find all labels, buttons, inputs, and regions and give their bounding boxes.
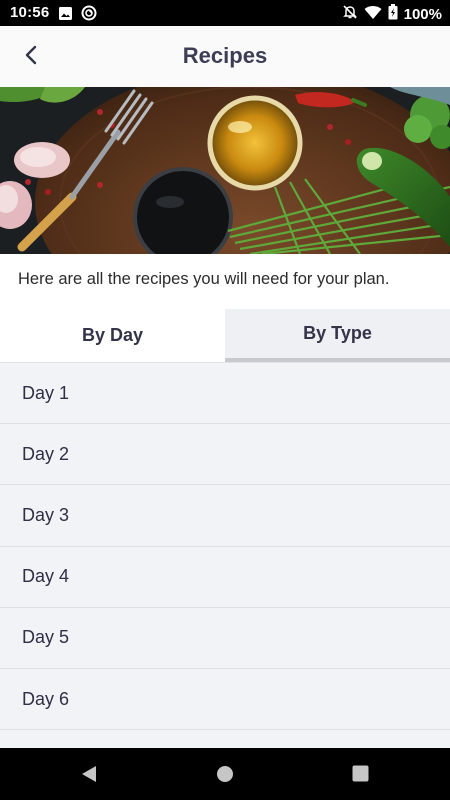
list-item-day-5[interactable]: Day 5: [0, 608, 450, 669]
list-item-day-1[interactable]: Day 1: [0, 363, 450, 425]
tab-by-type[interactable]: By Type: [225, 309, 450, 362]
tab-by-day[interactable]: By Day: [0, 309, 225, 362]
sync-icon: [81, 5, 97, 26]
wifi-icon: [364, 5, 382, 25]
status-bar: 10:56 100%: [0, 0, 450, 26]
intro-text: Here are all the recipes you will need f…: [18, 270, 390, 288]
recents-square-icon[interactable]: [352, 765, 369, 787]
home-circle-icon[interactable]: [216, 765, 234, 788]
list-item-day-3[interactable]: Day 3: [0, 485, 450, 547]
list-item-day-2[interactable]: Day 2: [0, 424, 450, 486]
tab-bar: By Day By Type: [0, 309, 450, 362]
page-title: Recipes: [182, 43, 268, 68]
bell-off-icon: [342, 4, 358, 25]
image-icon: [58, 6, 73, 26]
battery-icon: [388, 4, 398, 25]
day-list: Day 1 Day 2 Day 3 Day 4 Day 5 Day 6: [0, 362, 450, 748]
system-nav-bar: [0, 748, 450, 800]
hero-image: [0, 87, 450, 254]
back-triangle-icon[interactable]: [79, 764, 99, 789]
list-item-day-4[interactable]: Day 4: [0, 547, 450, 608]
app-bar: Recipes: [0, 26, 450, 87]
battery-percentage: 100%: [403, 6, 442, 23]
food-ingredients-photo: [0, 87, 450, 254]
status-time: 10:56: [10, 4, 50, 21]
list-item-day-6[interactable]: Day 6: [0, 669, 450, 731]
